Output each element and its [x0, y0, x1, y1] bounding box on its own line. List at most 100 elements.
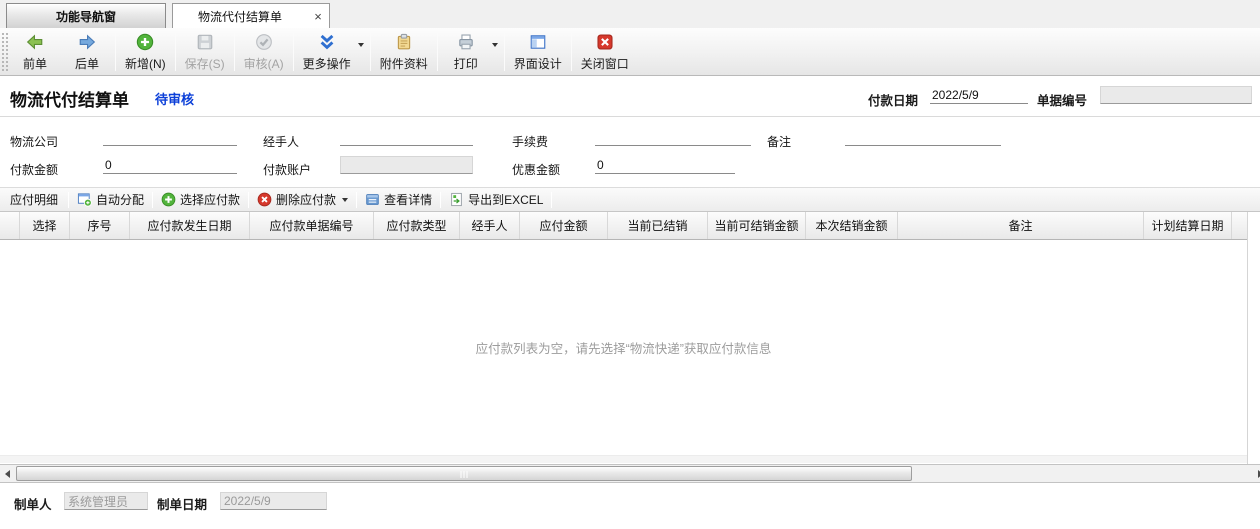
handler-input[interactable] [340, 129, 473, 146]
pay-amount-label: 付款金额 [10, 161, 58, 178]
column-header-payable-date[interactable]: 应付款发生日期 [130, 212, 250, 239]
column-header-payable-amount[interactable]: 应付金额 [520, 212, 608, 239]
view-details-label: 查看详情 [384, 191, 432, 208]
save-label: 保存(S) [185, 55, 225, 72]
grid-header-row: 选择 序号 应付款发生日期 应付款单据编号 应付款类型 经手人 应付金额 当前已… [0, 212, 1247, 240]
audit-label: 审核(A) [244, 55, 284, 72]
column-header-handler[interactable]: 经手人 [460, 212, 520, 239]
scrollbar-thumb[interactable] [16, 466, 912, 481]
tab-function-nav-label: 功能导航窗 [56, 8, 116, 25]
row-indicator-column-header [0, 212, 20, 239]
grid-body[interactable]: 应付款列表为空，请先选择“物流快递”获取应付款信息 [0, 240, 1247, 455]
close-window-button[interactable]: 关闭窗口 [574, 28, 636, 75]
view-details-button[interactable]: 查看详情 [357, 188, 440, 211]
delete-payable-button[interactable]: 删除应付款 [249, 188, 356, 211]
export-excel-label: 导出到EXCEL [468, 191, 543, 208]
save-button: 保存(S) [178, 28, 232, 75]
toolbar-separator [175, 32, 176, 71]
view-details-icon [365, 192, 380, 207]
delete-payable-dropdown-caret[interactable] [342, 198, 348, 202]
column-header-remark[interactable]: 备注 [898, 212, 1144, 239]
doc-no-input[interactable] [1100, 86, 1252, 104]
column-header-select[interactable]: 选择 [20, 212, 70, 239]
tab-bar: 功能导航窗 物流代付结算单 × [0, 0, 1260, 28]
export-excel-button[interactable]: 导出到EXCEL [441, 188, 551, 211]
subtoolbar-separator [551, 192, 552, 208]
grid-header-filler [1232, 212, 1247, 239]
fee-label: 手续费 [512, 133, 548, 150]
pay-account-label: 付款账户 [263, 161, 311, 178]
column-header-settleable-amount[interactable]: 当前可结销金额 [708, 212, 806, 239]
add-icon [135, 32, 155, 52]
fee-input[interactable] [595, 129, 751, 146]
next-doc-label: 后单 [75, 55, 99, 72]
page-title: 物流代付结算单 [10, 86, 129, 111]
pay-date-input[interactable] [930, 87, 1028, 104]
column-header-payable-type[interactable]: 应付款类型 [374, 212, 460, 239]
select-payable-icon [161, 192, 176, 207]
scrollbar-grip [461, 471, 468, 478]
tab-close-icon[interactable]: × [307, 4, 329, 28]
pay-date-label: 付款日期 [868, 90, 918, 109]
toolbar-separator [234, 32, 235, 71]
select-payable-label: 选择应付款 [180, 191, 240, 208]
prev-doc-label: 前单 [23, 55, 47, 72]
tab-doc[interactable]: 物流代付结算单 × [172, 3, 330, 29]
more-actions-label: 更多操作 [303, 55, 351, 72]
footer-bar: 制单人 制单日期 [0, 483, 1260, 529]
maker-input[interactable] [64, 492, 148, 510]
auto-assign-label: 自动分配 [96, 191, 144, 208]
logistics-company-label: 物流公司 [10, 133, 58, 150]
grid-bottom-strip [0, 455, 1247, 463]
close-window-label: 关闭窗口 [581, 55, 629, 72]
print-dropdown-caret[interactable] [492, 43, 498, 47]
next-doc-button[interactable]: 后单 [61, 28, 113, 75]
close-window-icon [595, 32, 615, 52]
add-new-label: 新增(N) [125, 55, 166, 72]
add-new-button[interactable]: 新增(N) [118, 28, 173, 75]
pay-amount-input[interactable] [103, 157, 237, 174]
pay-account-input[interactable] [340, 156, 473, 174]
logistics-company-input[interactable] [103, 129, 237, 146]
delete-payable-label: 删除应付款 [276, 191, 336, 208]
print-button[interactable]: 打印 [440, 28, 492, 75]
toolbar-separator [504, 32, 505, 71]
next-doc-icon [77, 32, 97, 52]
payable-grid: 选择 序号 应付款发生日期 应付款单据编号 应付款类型 经手人 应付金额 当前已… [0, 212, 1248, 464]
make-date-input[interactable] [220, 492, 327, 510]
auto-assign-icon [77, 192, 92, 207]
tab-doc-label: 物流代付结算单 [173, 8, 307, 25]
more-actions-icon [317, 32, 337, 52]
tab-bar-filler [330, 0, 1260, 28]
remark-input[interactable] [845, 129, 1001, 146]
export-excel-icon [449, 192, 464, 207]
scroll-left-arrow-icon[interactable] [0, 465, 14, 482]
auto-assign-button[interactable]: 自动分配 [69, 188, 152, 211]
more-actions-dropdown-caret[interactable] [358, 43, 364, 47]
column-header-plan-settle-date[interactable]: 计划结算日期 [1144, 212, 1232, 239]
empty-list-message: 应付款列表为空，请先选择“物流快递”获取应付款信息 [476, 338, 772, 357]
prev-doc-button[interactable]: 前单 [9, 28, 61, 75]
attachments-button[interactable]: 附件资料 [373, 28, 435, 75]
discount-label: 优惠金额 [512, 161, 560, 178]
toolbar-separator [293, 32, 294, 71]
status-badge: 待审核 [155, 89, 194, 108]
horizontal-scrollbar[interactable] [0, 464, 1260, 483]
more-actions-button[interactable]: 更多操作 [296, 28, 358, 75]
tab-function-nav[interactable]: 功能导航窗 [6, 3, 166, 28]
ui-design-icon [528, 32, 548, 52]
toolbar-grip[interactable] [1, 32, 8, 71]
column-header-seq[interactable]: 序号 [70, 212, 130, 239]
detail-toolbar-title: 应付明细 [0, 191, 68, 208]
remark-label: 备注 [767, 133, 791, 150]
ui-design-button[interactable]: 界面设计 [507, 28, 569, 75]
column-header-this-settle-amount[interactable]: 本次结销金额 [806, 212, 898, 239]
column-header-payable-doc-no[interactable]: 应付款单据编号 [250, 212, 374, 239]
toolbar-separator [370, 32, 371, 71]
select-payable-button[interactable]: 选择应付款 [153, 188, 248, 211]
discount-input[interactable] [595, 157, 735, 174]
scroll-right-arrow-icon[interactable] [1253, 465, 1260, 482]
prev-doc-icon [25, 32, 45, 52]
ui-design-label: 界面设计 [514, 55, 562, 72]
column-header-settled[interactable]: 当前已结销 [608, 212, 708, 239]
